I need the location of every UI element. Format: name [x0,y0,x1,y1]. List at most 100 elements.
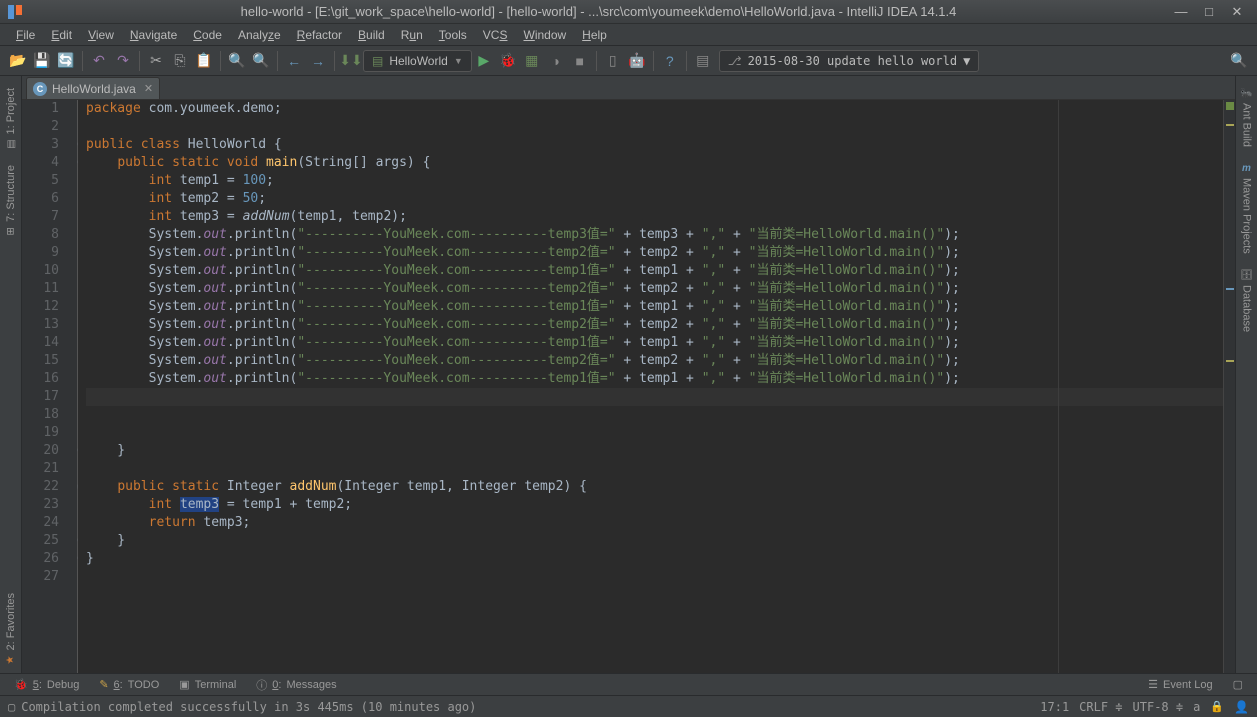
forward-button[interactable]: → [306,49,330,73]
project-structure-button[interactable]: ▤ [691,49,715,73]
minimize-button[interactable]: — [1167,2,1195,22]
line-number[interactable]: 1 [22,100,59,118]
line-number[interactable]: 14 [22,334,59,352]
toolwindow-maven[interactable]: mMaven Projects [1239,155,1255,262]
code-line[interactable]: int temp1 = 100; [86,172,1223,190]
line-number[interactable]: 27 [22,568,59,586]
code-line[interactable]: } [86,532,1223,550]
toolwindow-terminal[interactable]: ▣Terminal [171,676,244,693]
line-number[interactable]: 25 [22,532,59,550]
warning-marker[interactable] [1226,360,1234,362]
code-line[interactable]: System.out.println("----------YouMeek.co… [86,316,1223,334]
menu-refactor[interactable]: Refactor [289,26,350,44]
status-caret-position[interactable]: 17:1 [1040,700,1069,714]
toolwindow-project[interactable]: ▤1: Project [3,80,19,157]
line-number[interactable]: 15 [22,352,59,370]
menu-code[interactable]: Code [185,26,230,44]
menu-window[interactable]: Window [515,26,574,44]
line-number[interactable]: 20 [22,442,59,460]
toolwindow-database[interactable]: 🗄Database [1238,262,1255,340]
status-encoding[interactable]: UTF-8 ≑ [1133,700,1184,714]
code-line[interactable]: System.out.println("----------YouMeek.co… [86,352,1223,370]
code-line[interactable]: System.out.println("----------YouMeek.co… [86,226,1223,244]
status-info-icon[interactable]: ▢ [8,700,15,714]
line-number[interactable]: 26 [22,550,59,568]
line-number[interactable]: 17 [22,388,59,406]
line-number[interactable]: 19 [22,424,59,442]
menu-view[interactable]: View [80,26,122,44]
run-config-selector[interactable]: ▤ HelloWorld ▼ [363,50,472,72]
hide-tool-windows-button[interactable]: ▢ [1225,676,1251,693]
back-button[interactable]: ← [282,49,306,73]
menu-navigate[interactable]: Navigate [122,26,185,44]
line-number[interactable]: 22 [22,478,59,496]
line-number[interactable]: 9 [22,244,59,262]
code-line[interactable]: System.out.println("----------YouMeek.co… [86,334,1223,352]
sdk-button[interactable]: 🤖 [625,49,649,73]
code-line[interactable]: int temp3 = addNum(temp1, temp2); [86,208,1223,226]
toolwindow-favorites[interactable]: ★2: Favorites [3,585,19,673]
code-line[interactable]: return temp3; [86,514,1223,532]
run-button[interactable]: ▶ [472,49,496,73]
make-button[interactable]: ⬇⬇ [339,49,363,73]
code-line[interactable] [86,460,1223,478]
code-line[interactable]: System.out.println("----------YouMeek.co… [86,280,1223,298]
copy-button[interactable]: ⎘ [168,49,192,73]
line-number-gutter[interactable]: 1234567891011121314151617181920212223242… [22,100,78,673]
code-line[interactable]: int temp2 = 50; [86,190,1223,208]
stop-button[interactable]: ■ [568,49,592,73]
debug-button[interactable]: 🐞 [496,49,520,73]
line-number[interactable]: 21 [22,460,59,478]
vcs-branch-selector[interactable]: ⎇ 2015-08-30 update hello world ▼ [719,50,980,72]
code-line[interactable] [86,118,1223,136]
lock-icon[interactable]: 🔒 [1210,700,1224,713]
menu-tools[interactable]: Tools [431,26,475,44]
menu-help[interactable]: Help [574,26,615,44]
code-line[interactable] [86,568,1223,586]
coverage-button[interactable]: ▦ [520,49,544,73]
open-button[interactable]: 📂 [6,49,30,73]
search-everywhere-button[interactable]: 🔍 [1227,49,1251,73]
code-line[interactable]: public class HelloWorld { [86,136,1223,154]
toolwindow-ant[interactable]: 🐜Ant Build [1238,80,1254,155]
code-line[interactable]: System.out.println("----------YouMeek.co… [86,370,1223,388]
hector-icon[interactable]: 👤 [1234,700,1249,714]
code-line[interactable]: System.out.println("----------YouMeek.co… [86,244,1223,262]
line-number[interactable]: 5 [22,172,59,190]
code-line[interactable]: System.out.println("----------YouMeek.co… [86,298,1223,316]
status-insert-mode[interactable]: a [1193,700,1200,714]
line-number[interactable]: 7 [22,208,59,226]
close-button[interactable]: ✕ [1223,2,1251,22]
code-line[interactable]: System.out.println("----------YouMeek.co… [86,262,1223,280]
cut-button[interactable]: ✂ [144,49,168,73]
menu-edit[interactable]: Edit [43,26,80,44]
code-line[interactable]: public static void main(String[] args) { [86,154,1223,172]
code-line[interactable]: } [86,550,1223,568]
code-line[interactable]: public static Integer addNum(Integer tem… [86,478,1223,496]
help-button[interactable]: ? [658,49,682,73]
line-number[interactable]: 24 [22,514,59,532]
line-number[interactable]: 2 [22,118,59,136]
error-stripe[interactable] [1223,100,1235,673]
editor-tab-helloworld[interactable]: C HelloWorld.java ✕ [26,77,160,99]
menu-vcs[interactable]: VCS [475,26,516,44]
line-number[interactable]: 11 [22,280,59,298]
code-line[interactable] [86,424,1223,442]
warning-marker[interactable] [1226,124,1234,126]
toolwindow-messages[interactable]: ⓘ0: Messages [248,675,344,695]
line-number[interactable]: 12 [22,298,59,316]
line-number[interactable]: 3 [22,136,59,154]
code-line[interactable]: int temp3 = temp1 + temp2; [86,496,1223,514]
line-number[interactable]: 13 [22,316,59,334]
sync-button[interactable]: 🔄 [54,49,78,73]
line-number[interactable]: 8 [22,226,59,244]
avd-button[interactable]: ▯ [601,49,625,73]
code-line[interactable] [86,406,1223,424]
line-number[interactable]: 18 [22,406,59,424]
code-content[interactable]: package com.youmeek.demo; public class H… [78,100,1223,673]
menu-analyze[interactable]: Analyze [230,26,289,44]
maximize-button[interactable]: □ [1195,2,1223,22]
line-number[interactable]: 6 [22,190,59,208]
toolwindow-debug[interactable]: 🐞5: Debug [6,676,87,693]
replace-button[interactable]: 🔍 [249,49,273,73]
